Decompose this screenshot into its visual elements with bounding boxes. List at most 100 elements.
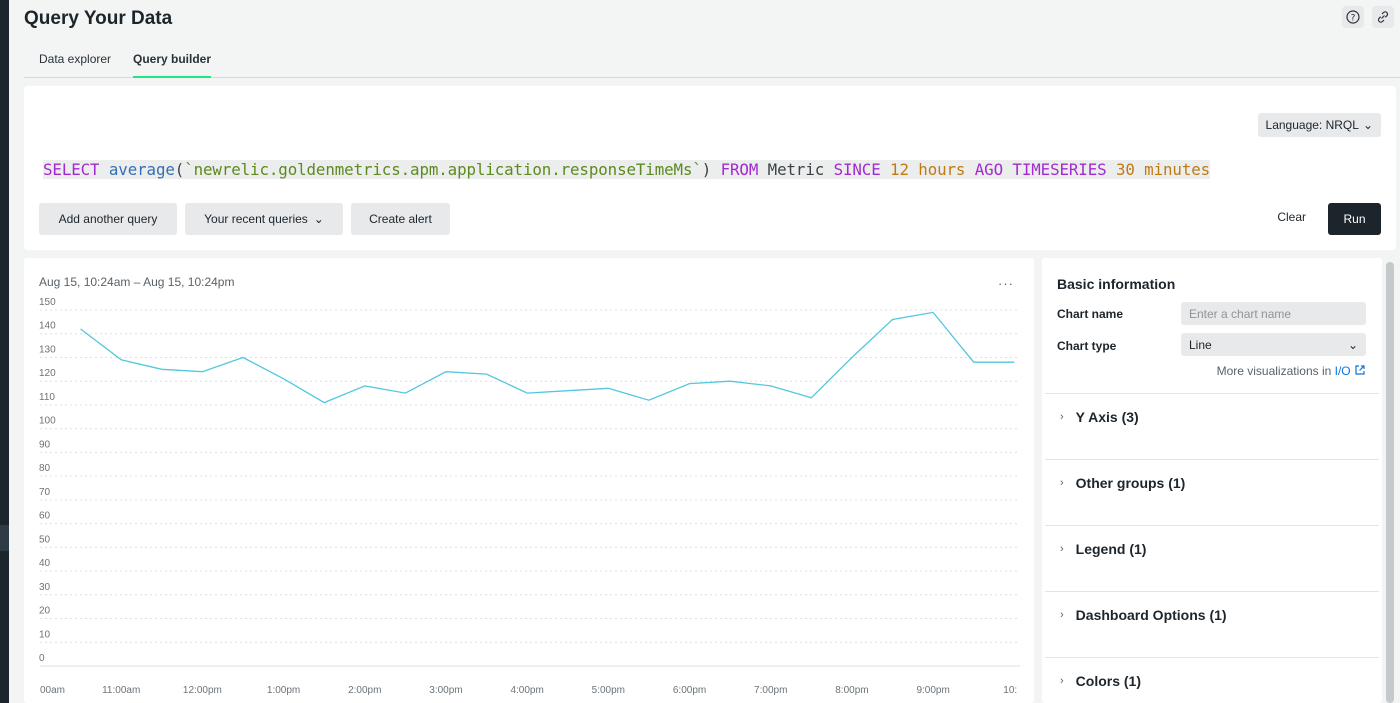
query-token: 12 hours: [890, 160, 966, 179]
y-tick-label: 40: [39, 558, 51, 569]
x-tick-label: 00am: [40, 685, 65, 696]
add-another-query-button[interactable]: Add another query: [39, 203, 177, 235]
chevron-right-icon: ›: [1060, 477, 1064, 489]
chevron-right-icon: ›: [1060, 609, 1064, 621]
query-token: (: [174, 160, 185, 179]
section-label: Y Axis (3): [1075, 409, 1139, 425]
y-tick-label: 100: [39, 416, 56, 427]
section-header[interactable]: › Other groups (1): [1060, 475, 1185, 491]
x-tick-label: 5:00pm: [592, 685, 625, 696]
line-chart: 0 10 20 30 40 50 60 70 80 90 100 110 120 130 140 150 00a…: [39, 298, 1020, 696]
settings-section[interactable]: › Colors (1): [1045, 657, 1379, 703]
query-token: average: [108, 160, 175, 179]
chart-time-range: Aug 15, 10:24am – Aug 15, 10:24pm: [39, 275, 235, 289]
y-tick-label: 120: [39, 368, 56, 379]
x-tick-label: 1:00pm: [267, 685, 300, 696]
settings-section[interactable]: › Dashboard Options (1): [1045, 591, 1379, 657]
settings-scrollbar[interactable]: [1386, 262, 1394, 703]
section-label: Other groups (1): [1075, 475, 1186, 491]
section-header[interactable]: › Colors (1): [1060, 673, 1141, 689]
query-token: [880, 160, 891, 179]
section-label: Legend (1): [1075, 541, 1147, 557]
y-tick-label: 70: [39, 487, 51, 498]
section-header[interactable]: › Dashboard Options (1): [1060, 607, 1227, 623]
query-token: [965, 160, 975, 179]
language-label: Language: NRQL: [1265, 118, 1359, 132]
query-token: TIMESERIES: [1012, 160, 1107, 179]
run-button[interactable]: Run: [1328, 203, 1381, 235]
section-label: Dashboard Options (1): [1075, 607, 1227, 623]
section-header[interactable]: › Y Axis (3): [1060, 409, 1139, 425]
y-tick-label: 0: [39, 653, 45, 664]
tab-bar: Data explorer Query builder: [24, 44, 1400, 78]
recent-queries-label: Your recent queries: [204, 212, 308, 226]
left-nav-indicator: [0, 525, 9, 551]
tab-data-explorer[interactable]: Data explorer: [39, 52, 111, 76]
x-tick-label: 3:00pm: [429, 685, 462, 696]
y-tick-label: 60: [39, 511, 51, 522]
settings-section[interactable]: › Y Axis (3): [1045, 393, 1379, 459]
more-visualizations-text: More visualizations in: [1216, 364, 1335, 378]
more-visualizations: More visualizations in I/O: [1217, 364, 1366, 378]
y-tick-label: 20: [39, 606, 51, 617]
y-tick-label: 80: [39, 463, 51, 474]
y-tick-label: 90: [39, 439, 51, 450]
external-link-icon[interactable]: [1354, 364, 1366, 376]
query-token: Metric: [758, 160, 834, 179]
query-token: [1003, 160, 1013, 179]
x-tick-label: 6:00pm: [673, 685, 706, 696]
y-tick-label: 110: [39, 392, 55, 403]
x-tick-label: 2:00pm: [348, 685, 381, 696]
help-icon[interactable]: ?: [1342, 6, 1364, 28]
basic-information-heading: Basic information: [1057, 276, 1176, 292]
query-token: 30 minutes: [1115, 160, 1211, 179]
query-token: SINCE: [833, 160, 881, 179]
settings-section[interactable]: › Other groups (1): [1045, 459, 1379, 525]
chevron-right-icon: ›: [1060, 675, 1064, 687]
y-tick-label: 140: [39, 321, 56, 332]
chevron-right-icon: ›: [1060, 543, 1064, 555]
section-header[interactable]: › Legend (1): [1060, 541, 1146, 557]
section-label: Colors (1): [1075, 673, 1142, 689]
more-options-icon[interactable]: ···: [998, 276, 1014, 291]
query-token: [1106, 160, 1116, 179]
x-tick-label: 12:00pm: [183, 685, 222, 696]
y-tick-label: 130: [39, 344, 56, 355]
clear-button[interactable]: Clear: [1277, 210, 1306, 224]
x-tick-label: 4:00pm: [510, 685, 543, 696]
query-token: `newrelic.goldenmetrics.apm.application.…: [184, 160, 702, 179]
recent-queries-button[interactable]: Your recent queries ⌄: [185, 203, 343, 235]
chart-panel: Aug 15, 10:24am – Aug 15, 10:24pm ··· 0 1…: [24, 258, 1034, 703]
query-panel: Language: NRQL ⌄ SELECT average(`newreli…: [24, 86, 1396, 250]
y-tick-label: 150: [39, 298, 56, 308]
query-token: SELECT: [43, 160, 100, 179]
x-tick-label: 10:: [1003, 685, 1017, 696]
query-token: [99, 160, 109, 179]
chart-settings-panel: Basic information Chart name Enter a cha…: [1042, 258, 1382, 703]
settings-section[interactable]: › Legend (1): [1045, 525, 1379, 591]
chart-name-label: Chart name: [1057, 307, 1124, 321]
query-editor[interactable]: SELECT average(`newrelic.goldenmetrics.a…: [43, 160, 1210, 179]
y-tick-label: 30: [39, 582, 51, 593]
chevron-right-icon: ›: [1060, 411, 1064, 423]
link-icon[interactable]: [1372, 6, 1394, 28]
chart-type-label: Chart type: [1057, 339, 1117, 353]
top-icons: ?: [1342, 6, 1394, 28]
query-token: ): [701, 160, 721, 179]
tab-query-builder[interactable]: Query builder: [133, 52, 212, 78]
chart-type-value: Line: [1189, 337, 1212, 352]
y-tick-label: 50: [39, 534, 51, 545]
create-alert-button[interactable]: Create alert: [351, 203, 450, 235]
language-selector[interactable]: Language: NRQL ⌄: [1257, 113, 1381, 137]
left-nav-strip: [0, 0, 9, 703]
svg-text:?: ?: [1351, 14, 1356, 24]
io-link[interactable]: I/O: [1335, 364, 1351, 378]
x-tick-label: 8:00pm: [835, 685, 868, 696]
x-tick-label: 7:00pm: [754, 685, 787, 696]
query-token: FROM: [720, 160, 759, 179]
chart-type-select[interactable]: Line ⌄: [1181, 333, 1366, 356]
chart-name-input[interactable]: Enter a chart name: [1181, 302, 1366, 325]
query-token: AGO: [974, 160, 1003, 179]
chevron-down-icon: ⌄: [1347, 337, 1358, 352]
x-tick-label: 9:00pm: [916, 685, 949, 696]
